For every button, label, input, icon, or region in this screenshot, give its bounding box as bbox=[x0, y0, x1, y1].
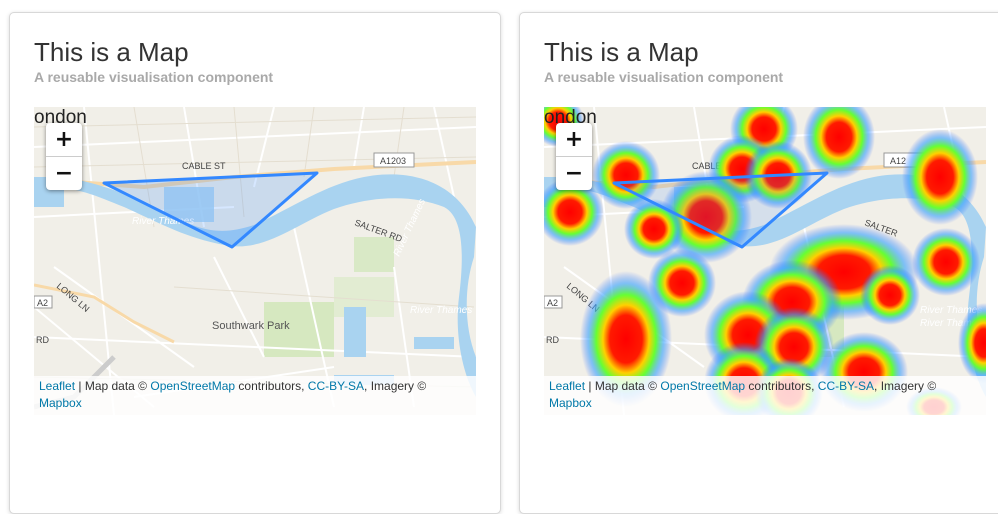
map-tiles: A1203 CABLE ST SALTER RD LONG LN A2 RD R… bbox=[34, 107, 476, 415]
river-label: River Thames bbox=[410, 305, 472, 316]
leaflet-link[interactable]: Leaflet bbox=[39, 379, 75, 393]
osm-link[interactable]: OpenStreetMap bbox=[660, 379, 745, 393]
attribution-text: contributors, bbox=[745, 379, 818, 393]
attribution-text: contributors, bbox=[235, 379, 308, 393]
road-label-a1203: A1203 bbox=[380, 156, 406, 166]
attribution-text: , Imagery © bbox=[364, 379, 427, 393]
attribution-text: , Imagery © bbox=[874, 379, 937, 393]
card-title: This is a Map bbox=[544, 37, 699, 67]
zoom-control: + − bbox=[556, 123, 592, 190]
map-attribution: Leaflet | Map data © OpenStreetMap contr… bbox=[544, 376, 986, 415]
map-view-heatmap[interactable]: A12 CABLE S SALTER LONG LN A2 RD River T… bbox=[544, 107, 986, 415]
map-view-polygon[interactable]: A1203 CABLE ST SALTER RD LONG LN A2 RD R… bbox=[34, 107, 476, 415]
license-link[interactable]: CC-BY-SA bbox=[818, 379, 874, 393]
card-subtitle: A reusable visualisation component bbox=[544, 69, 784, 85]
zoom-out-button[interactable]: − bbox=[556, 157, 592, 190]
card-subtitle: A reusable visualisation component bbox=[34, 69, 274, 85]
map-card-left: This is a Map A reusable visualisation c… bbox=[9, 12, 501, 514]
zoom-out-button[interactable]: − bbox=[46, 157, 82, 190]
map-tiles: A12 CABLE S SALTER LONG LN A2 RD River T… bbox=[544, 107, 986, 415]
road-label-rd: RD bbox=[546, 335, 559, 345]
mapbox-link[interactable]: Mapbox bbox=[549, 396, 592, 410]
card-title: This is a Map bbox=[34, 37, 189, 67]
map-attribution: Leaflet | Map data © OpenStreetMap contr… bbox=[34, 376, 476, 415]
zoom-in-button[interactable]: + bbox=[556, 123, 592, 157]
leaflet-link[interactable]: Leaflet bbox=[549, 379, 585, 393]
license-link[interactable]: CC-BY-SA bbox=[308, 379, 364, 393]
road-label-rd: RD bbox=[36, 335, 49, 345]
road-label-a2: A2 bbox=[37, 298, 48, 308]
mapbox-link[interactable]: Mapbox bbox=[39, 396, 82, 410]
attribution-text: | Map data © bbox=[585, 379, 661, 393]
zoom-in-button[interactable]: + bbox=[46, 123, 82, 157]
attribution-text: | Map data © bbox=[75, 379, 151, 393]
map-card-right: This is a Map A reusable visualisation c… bbox=[519, 12, 998, 514]
osm-link[interactable]: OpenStreetMap bbox=[150, 379, 235, 393]
road-label-a2: A2 bbox=[547, 298, 558, 308]
zoom-control: + − bbox=[46, 123, 82, 190]
park-label: Southwark Park bbox=[212, 320, 290, 332]
road-label-cable-st: CABLE ST bbox=[182, 161, 226, 171]
